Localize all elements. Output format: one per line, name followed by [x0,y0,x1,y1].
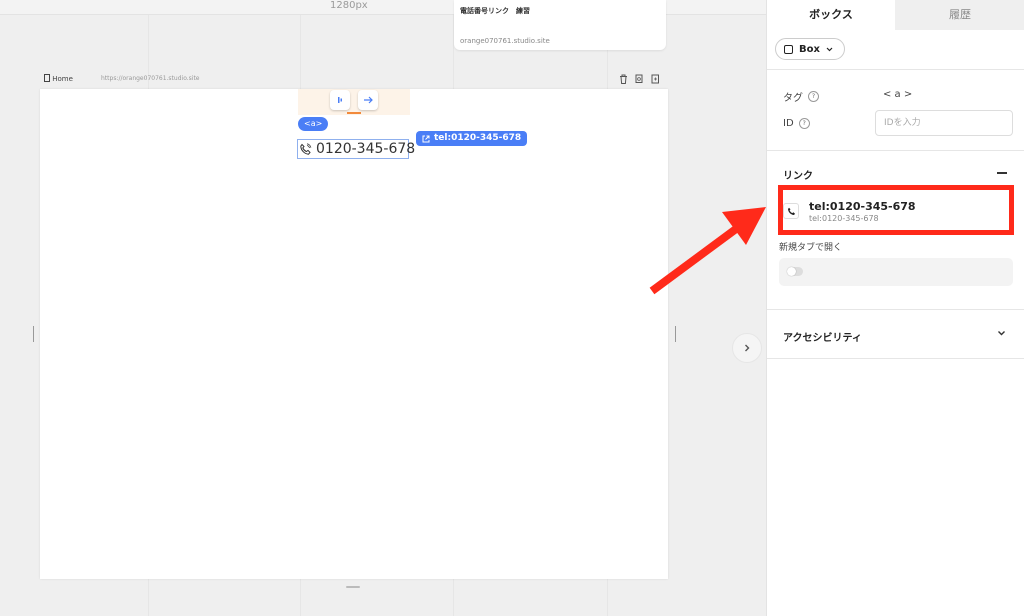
properties-panel: ボックス 履歴 Box タグ ? < a > ID ? リンク tel:0120… [766,0,1024,616]
frame-page-label: Home [52,75,73,83]
site-title: 電話番号リンク 練習 [460,7,530,15]
bottom-resize-handle[interactable] [346,586,360,588]
align-icon [338,97,342,103]
id-label: ID ? [783,118,810,129]
site-info-card[interactable]: 電話番号リンク 練習 orange070761.studio.site [454,0,666,50]
link-badge[interactable]: tel:0120-345-678 [416,131,528,146]
divider [767,69,1024,70]
left-resize-handle[interactable] [33,326,34,342]
tag-badge[interactable]: <a> [298,117,329,131]
phone-number-text[interactable]: 0120-345-678 [316,141,415,157]
frame-url: https://orange070761.studio.site [101,75,200,82]
tag-label: タグ ? [783,89,819,104]
trash-icon[interactable] [618,73,628,84]
external-link-icon [422,135,430,142]
copy-icon[interactable] [634,73,644,84]
tag-value[interactable]: < a > [883,89,912,100]
align-button[interactable] [330,90,350,110]
accessibility-section-title[interactable]: アクセシビリティ [783,329,862,344]
box-icon [784,44,793,54]
panel-tabs: ボックス 履歴 [767,0,1024,30]
element-type-dropdown[interactable]: Box [775,38,845,60]
element-type-label: Box [799,43,820,55]
help-icon[interactable]: ? [798,118,810,129]
link-section-title: リンク [783,171,813,182]
site-url: orange070761.studio.site [460,37,550,45]
tab-history[interactable]: 履歴 [895,0,1024,30]
id-input[interactable] [875,110,1013,136]
annotation-highlight-box [778,185,1014,235]
tag-label-text: タグ [783,93,803,104]
frame-header: Home https://orange070761.studio.site [40,72,668,88]
page-icon [44,74,50,82]
spacing-indicator [347,112,361,114]
collapse-minus-icon[interactable] [997,172,1007,174]
ruler-width-label: 1280px [330,0,368,11]
new-tab-label: 新規タブで開く [779,243,843,253]
chevron-down-icon[interactable] [997,330,1006,337]
divider [767,358,1024,359]
id-label-text: ID [783,118,794,129]
divider [767,150,1024,151]
direction-button[interactable] [358,90,378,110]
parent-highlight [298,89,410,115]
help-icon[interactable]: ? [808,91,819,102]
link-badge-text: tel:0120-345-678 [434,133,522,143]
new-tab-toggle[interactable] [787,267,803,276]
panel-toggle-button[interactable] [732,333,762,363]
new-tab-row [779,258,1013,286]
tab-box[interactable]: ボックス [767,0,895,30]
add-page-icon[interactable] [650,73,660,84]
chevron-right-icon [745,344,750,352]
phone-icon [299,141,312,157]
frame-page-name[interactable]: Home [44,74,73,83]
annotation-arrow-head [722,207,766,245]
design-canvas[interactable]: <a> 0120-345-678 tel:0120-345-678 [40,89,668,579]
right-resize-handle[interactable] [675,326,676,342]
arrow-right-icon [363,96,373,104]
chevron-down-icon [826,47,833,51]
selected-phone-link[interactable]: 0120-345-678 [297,139,415,159]
toggle-knob [787,267,796,276]
divider [767,309,1024,310]
